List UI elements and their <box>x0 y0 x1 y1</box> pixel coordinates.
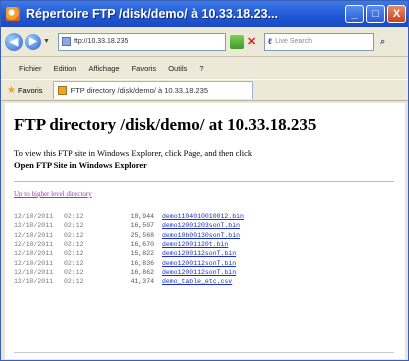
forward-icon[interactable]: ▶ <box>25 33 41 50</box>
menu-file[interactable]: Fichier <box>19 64 42 73</box>
intro-line-1: To view this FTP site in Windows Explore… <box>14 148 253 158</box>
bottom-divider <box>14 352 394 353</box>
close-button[interactable]: X <box>387 5 406 23</box>
tab-ftp-directory[interactable]: FTP directory /disk/demo/ à 10.33.18.235 <box>52 81 253 99</box>
favorites-button[interactable]: Favoris <box>18 86 43 95</box>
file-row: 12/10/2011 02:12 16,836 demo1200112sonT.… <box>14 258 396 267</box>
intro-text: To view this FTP site in Windows Explore… <box>14 147 396 171</box>
file-date: 12/10/2011 <box>14 278 54 286</box>
file-row: 12/10/2011 02:12 25,568 demo10b00130sonT… <box>14 231 396 240</box>
file-time: 02:12 <box>64 259 84 267</box>
file-date: 12/10/2011 <box>14 259 54 267</box>
window-title: Répertoire FTP /disk/demo/ à 10.33.18.23… <box>26 7 278 21</box>
title-bar[interactable]: Répertoire FTP /disk/demo/ à 10.33.18.23… <box>1 1 408 27</box>
browser-window: Répertoire FTP /disk/demo/ à 10.33.18.23… <box>0 0 409 361</box>
file-date: 12/10/2011 <box>14 231 54 239</box>
page-icon <box>61 37 71 46</box>
menu-tools[interactable]: Outils <box>168 64 187 73</box>
go-icon[interactable] <box>229 34 244 49</box>
file-row: 12/10/2011 02:12 15,822 demo1200112sonT.… <box>14 249 396 258</box>
menu-edit[interactable]: Edition <box>54 64 77 73</box>
file-date: 12/10/2011 <box>14 268 54 276</box>
file-date: 12/10/2011 <box>14 250 54 258</box>
page-content: FTP directory /disk/demo/ at 10.33.18.23… <box>5 103 405 359</box>
history-dropdown-icon[interactable]: ▼ <box>43 38 50 45</box>
file-time: 02:12 <box>64 231 84 239</box>
stop-icon[interactable]: ✕ <box>247 35 256 48</box>
file-size: 16,670 <box>130 241 154 249</box>
parent-directory-link[interactable]: Up to higher level directory <box>14 190 396 198</box>
file-time: 02:12 <box>64 278 84 286</box>
minimize-button[interactable]: _ <box>345 5 364 23</box>
address-text[interactable]: ftp://10.33.18.235 <box>74 38 129 45</box>
file-size: 41,374 <box>130 278 154 286</box>
favorites-star-icon[interactable]: ★ <box>7 85 16 96</box>
file-link[interactable]: demo1200112sonT.bin <box>162 269 236 276</box>
file-row: 12/10/2011 02:12 16,862 demo1200112sonT.… <box>14 268 396 277</box>
file-time: 02:12 <box>64 241 84 249</box>
file-date: 12/10/2011 <box>14 222 54 230</box>
menu-help[interactable]: ? <box>199 64 203 73</box>
file-link[interactable]: demo1200112sonT.bin <box>162 260 236 267</box>
menu-favorites[interactable]: Favoris <box>132 64 157 73</box>
menu-view[interactable]: Affichage <box>88 64 119 73</box>
file-time: 02:12 <box>64 250 84 258</box>
file-size: 25,568 <box>130 231 154 239</box>
file-link[interactable]: demo1104010010012.bin <box>162 213 244 220</box>
file-link[interactable]: demo12001203sonT.bin <box>162 222 240 229</box>
search-field[interactable]: ℓ Live Search <box>264 32 375 51</box>
menu-bar: Fichier Edition Affichage Favoris Outils… <box>1 58 408 78</box>
file-link[interactable]: demo10b00130sonT.bin <box>162 232 240 239</box>
file-link[interactable]: demo_table_etc.csv <box>162 278 232 285</box>
file-row: 12/10/2011 02:12 16,507 demo12001203sonT… <box>14 221 396 230</box>
file-listing: 12/10/2011 02:12 18,944 demo110401001001… <box>14 212 396 286</box>
navigation-bar: ◀ ▶ ▼ ftp://10.33.18.235 ✕ ℓ Live Search… <box>1 27 408 57</box>
file-size: 15,822 <box>130 250 154 258</box>
file-size: 16,862 <box>130 268 154 276</box>
file-link[interactable]: demo1200112sonT.bin <box>162 250 236 257</box>
search-icon[interactable]: ⌕ <box>380 36 385 47</box>
file-link[interactable]: demo12001120t.bin <box>162 241 228 248</box>
page-heading: FTP directory /disk/demo/ at 10.33.18.23… <box>14 115 317 134</box>
file-time: 02:12 <box>64 213 84 221</box>
file-time: 02:12 <box>64 222 84 230</box>
maximize-button[interactable]: □ <box>366 5 385 23</box>
back-icon[interactable]: ◀ <box>5 32 23 51</box>
favorites-bar: ★ Favoris FTP directory /disk/demo/ à 10… <box>1 79 408 101</box>
browser-app-icon <box>6 7 20 21</box>
file-time: 02:12 <box>64 268 84 276</box>
search-placeholder: Live Search <box>275 38 313 45</box>
search-provider-icon: ℓ <box>268 37 273 46</box>
file-row: 12/10/2011 02:12 16,670 demo12001120t.bi… <box>14 240 396 249</box>
file-date: 12/10/2011 <box>14 241 54 249</box>
intro-line-2: Open FTP Site in Windows Explorer <box>14 160 147 170</box>
file-size: 16,507 <box>130 222 154 230</box>
file-size: 18,944 <box>130 213 154 221</box>
file-row: 12/10/2011 02:12 18,944 demo110401001001… <box>14 212 396 221</box>
file-row: 12/10/2011 02:12 41,374 demo_table_etc.c… <box>14 277 396 286</box>
address-bar[interactable]: ftp://10.33.18.235 <box>57 32 226 51</box>
divider <box>14 181 394 182</box>
file-date: 12/10/2011 <box>14 213 54 221</box>
folder-icon <box>57 86 67 95</box>
tab-title: FTP directory /disk/demo/ à 10.33.18.235 <box>70 86 208 95</box>
file-size: 16,836 <box>130 259 154 267</box>
